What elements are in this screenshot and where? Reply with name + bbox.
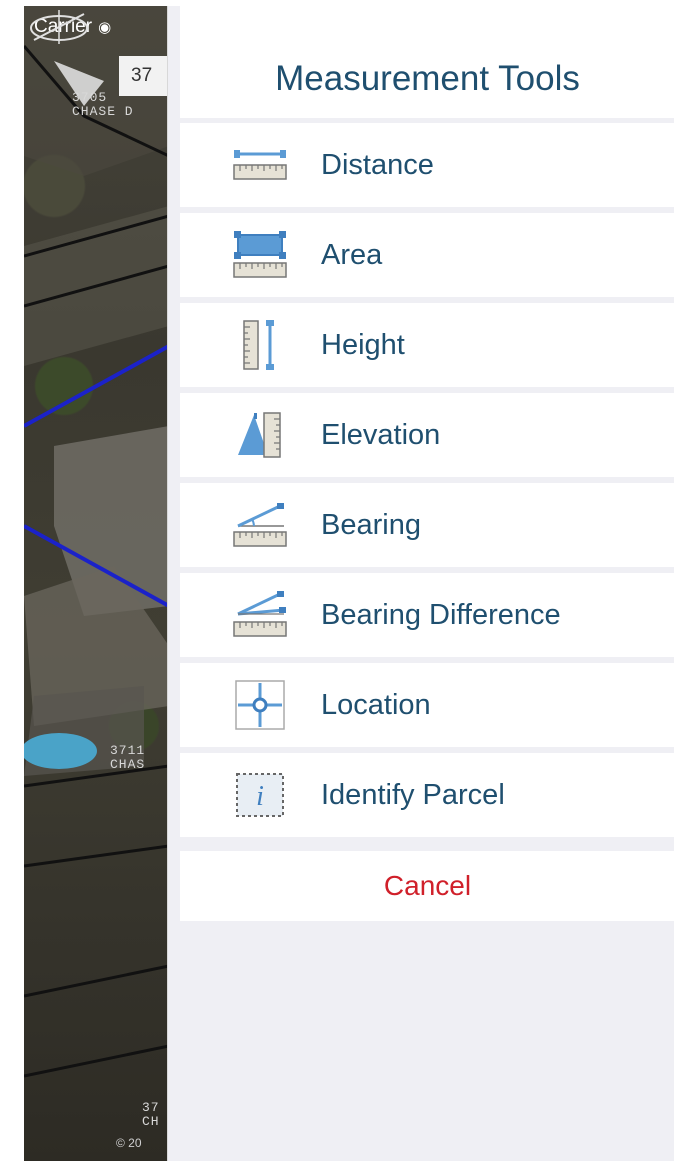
tool-label: Distance <box>321 148 434 181</box>
map-callout[interactable]: 37 <box>119 56 169 96</box>
tool-item-area[interactable]: Area <box>180 213 674 297</box>
info-parcel-icon: i <box>230 770 290 820</box>
map-copyright: © 20 <box>116 1136 142 1150</box>
tool-label: Bearing <box>321 508 421 541</box>
ruler-bearing-icon <box>230 500 290 550</box>
tool-item-height[interactable]: Height <box>180 303 674 387</box>
tool-item-identify-parcel[interactable]: i Identify Parcel <box>180 753 674 837</box>
tool-label: Height <box>321 328 405 361</box>
tool-item-bearing-difference[interactable]: Bearing Difference <box>180 573 674 657</box>
cancel-button[interactable]: Cancel <box>180 851 674 921</box>
tool-item-distance[interactable]: Distance <box>180 123 674 207</box>
tool-item-bearing[interactable]: Bearing <box>180 483 674 567</box>
tool-label: Bearing Difference <box>321 598 561 631</box>
ruler-area-icon <box>230 230 290 280</box>
parcel-address-label: 3711 CHAS <box>110 743 146 772</box>
compass-icon[interactable] <box>24 6 94 46</box>
parcel-address-label: 3705 CHASE D <box>72 90 134 119</box>
ruler-distance-icon <box>230 140 290 190</box>
wifi-icon: ◉ <box>98 19 112 36</box>
tool-list: Distance Area Height Elevation Bearing B… <box>180 123 674 843</box>
ruler-elevation-icon <box>230 410 290 460</box>
tool-item-location[interactable]: Location <box>180 663 674 747</box>
tool-label: Elevation <box>321 418 441 451</box>
svg-text:i: i <box>256 781 264 812</box>
sheet-title: Measurement Tools <box>180 6 674 118</box>
app-screen: Carrier ◉ 37 3705 CHASE D 3711 CHAS 37 CH… <box>24 6 674 1161</box>
tool-label: Location <box>321 688 431 721</box>
ruler-bearing-difference-icon <box>230 590 290 640</box>
parcel-address-label: 37 CH <box>142 1100 160 1129</box>
crosshair-location-icon <box>230 680 290 730</box>
parcel-lines <box>24 6 169 1078</box>
tool-label: Identify Parcel <box>321 778 505 811</box>
ruler-height-icon <box>230 320 290 370</box>
aerial-map[interactable]: Carrier ◉ 37 3705 CHASE D 3711 CHAS 37 CH… <box>24 6 169 1161</box>
tool-item-elevation[interactable]: Elevation <box>180 393 674 477</box>
tool-label: Area <box>321 238 383 271</box>
measurement-tools-sheet: Measurement Tools Distance Area Height E… <box>167 6 674 1161</box>
